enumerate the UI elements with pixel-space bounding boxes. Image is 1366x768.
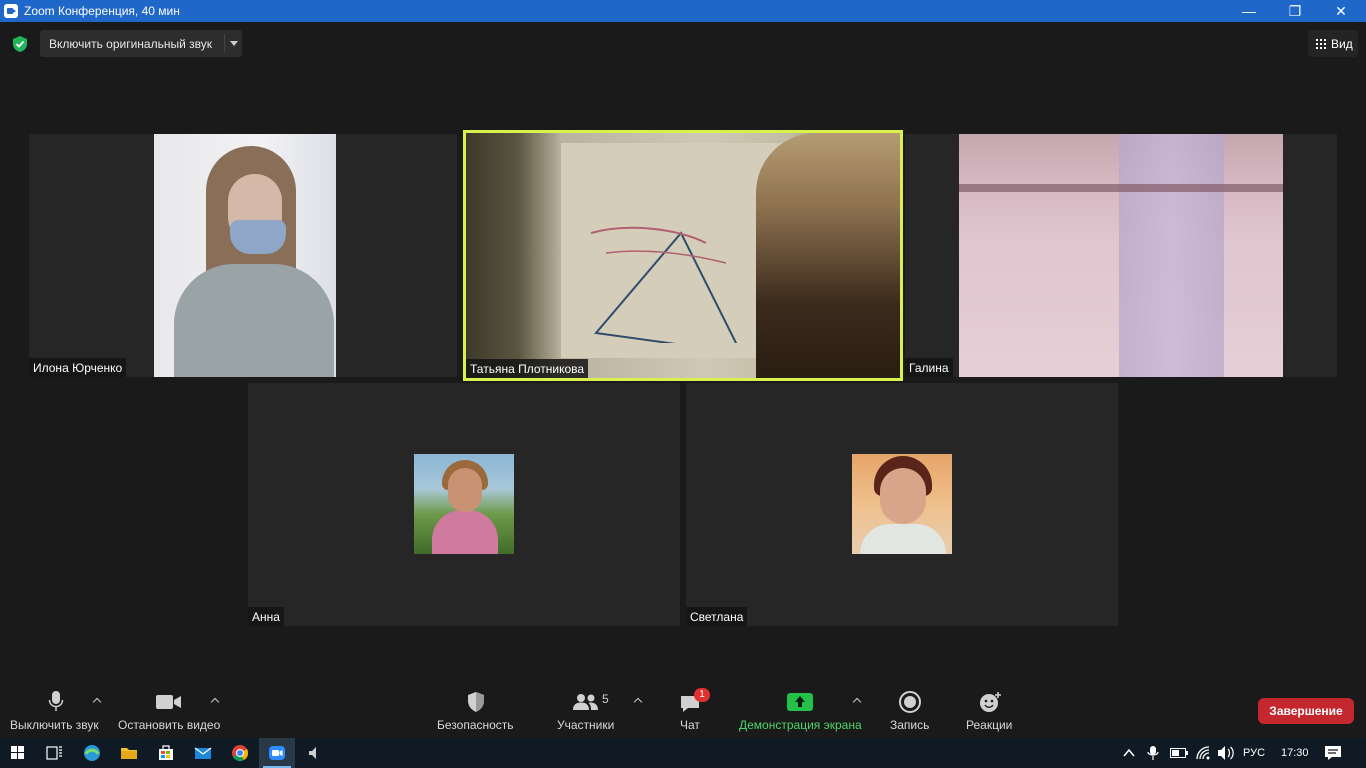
close-button[interactable]: ✕ [1318,0,1364,22]
chat-unread-badge: 1 [694,688,710,702]
view-button[interactable]: Вид [1308,30,1358,57]
encryption-shield-icon[interactable] [12,35,28,53]
tray-microphone-icon[interactable] [1147,745,1159,761]
video-tile-ilona[interactable]: Илона Юрченко [29,134,457,377]
record-button[interactable]: Запись [888,688,932,732]
participant-name: Анна [248,607,284,626]
participant-name: Илона Юрченко [29,358,127,377]
volume-icon[interactable] [1217,745,1235,761]
security-button[interactable]: Безопасность [437,688,517,732]
participant-name: Галина [905,358,953,377]
record-icon [899,691,921,713]
grid-icon [1316,39,1326,49]
chrome-icon[interactable] [222,738,258,768]
video-tile-svetlana[interactable]: Светлана [686,383,1118,626]
shield-icon [468,692,484,712]
video-options-chevron-up-icon[interactable] [212,699,220,705]
security-label: Безопасность [437,718,514,732]
wifi-icon[interactable] [1195,745,1211,761]
reactions-label: Реакции [966,718,1013,732]
minimize-button[interactable]: — [1226,0,1272,22]
title-bar: Zoom Конференция, 40 мин — ❐ ✕ [0,0,1366,22]
chat-button[interactable]: 1 Чат [675,688,710,732]
smiley-reaction-icon [980,692,1001,712]
record-label: Запись [890,718,930,732]
zoom-app-icon [4,4,18,18]
windows-taskbar: РУС 17:30 [0,738,1366,768]
video-label: Остановить видео [118,718,221,732]
share-screen-button[interactable]: Демонстрация экрана [739,688,864,732]
participants-icon [573,694,598,710]
video-tile-galina[interactable]: Галина [905,134,1337,377]
language-indicator[interactable]: РУС [1243,738,1265,768]
profile-avatar [414,454,514,554]
participants-button[interactable]: 5 Участники [557,688,617,732]
clock[interactable]: 17:30 [1281,738,1309,768]
chevron-down-icon[interactable] [230,41,238,46]
stop-video-button[interactable]: Остановить видео [118,688,223,732]
zoom-taskbar-icon[interactable] [259,738,295,768]
end-meeting-button[interactable]: Завершение [1258,698,1354,724]
action-center-notification-icon[interactable] [1324,745,1342,761]
edge-browser-icon[interactable] [74,738,110,768]
microphone-icon [48,691,64,711]
share-options-chevron-up-icon[interactable] [854,699,862,705]
participant-name: Светлана [686,607,748,626]
whiteboard-drawing [590,226,738,343]
original-sound-label: Включить оригинальный звук [49,37,213,51]
participant-video [466,133,900,378]
battery-icon[interactable] [1170,748,1188,758]
mail-icon[interactable] [185,738,221,768]
participants-label: Участники [557,718,615,732]
participant-video [959,134,1283,377]
windows-start-icon[interactable] [0,738,36,768]
file-explorer-icon[interactable] [111,738,147,768]
video-tile-anna[interactable]: Анна [248,383,680,626]
show-hidden-icons-chevron-up-icon[interactable] [1123,747,1135,759]
original-sound-button[interactable]: Включить оригинальный звук [40,30,242,57]
divider [224,34,225,53]
audio-options-chevron-up-icon[interactable] [94,699,102,705]
participants-count: 5 [602,692,609,706]
maximize-button[interactable]: ❐ [1272,0,1318,22]
microsoft-store-icon[interactable] [148,738,184,768]
share-screen-icon [787,693,813,711]
view-label: Вид [1331,37,1353,51]
profile-avatar [852,454,952,554]
task-view-icon[interactable] [36,738,72,768]
participants-options-chevron-up-icon[interactable] [635,699,643,705]
mute-label: Выключить звук [10,718,99,732]
participant-name: Татьяна Плотникова [466,359,589,378]
video-camera-icon [156,695,181,709]
zoom-window: Zoom Конференция, 40 мин — ❐ ✕ Включить … [0,0,1366,768]
chat-label: Чат [680,718,700,732]
share-screen-label: Демонстрация экрана [739,718,862,732]
audio-app-icon[interactable] [296,738,332,768]
window-title: Zoom Конференция, 40 мин [24,4,180,18]
mute-button[interactable]: Выключить звук [10,688,105,732]
reactions-button[interactable]: Реакции [966,688,1014,732]
participant-video [154,134,336,377]
video-tile-tatyana-active-speaker[interactable]: Татьяна Плотникова [463,130,903,381]
